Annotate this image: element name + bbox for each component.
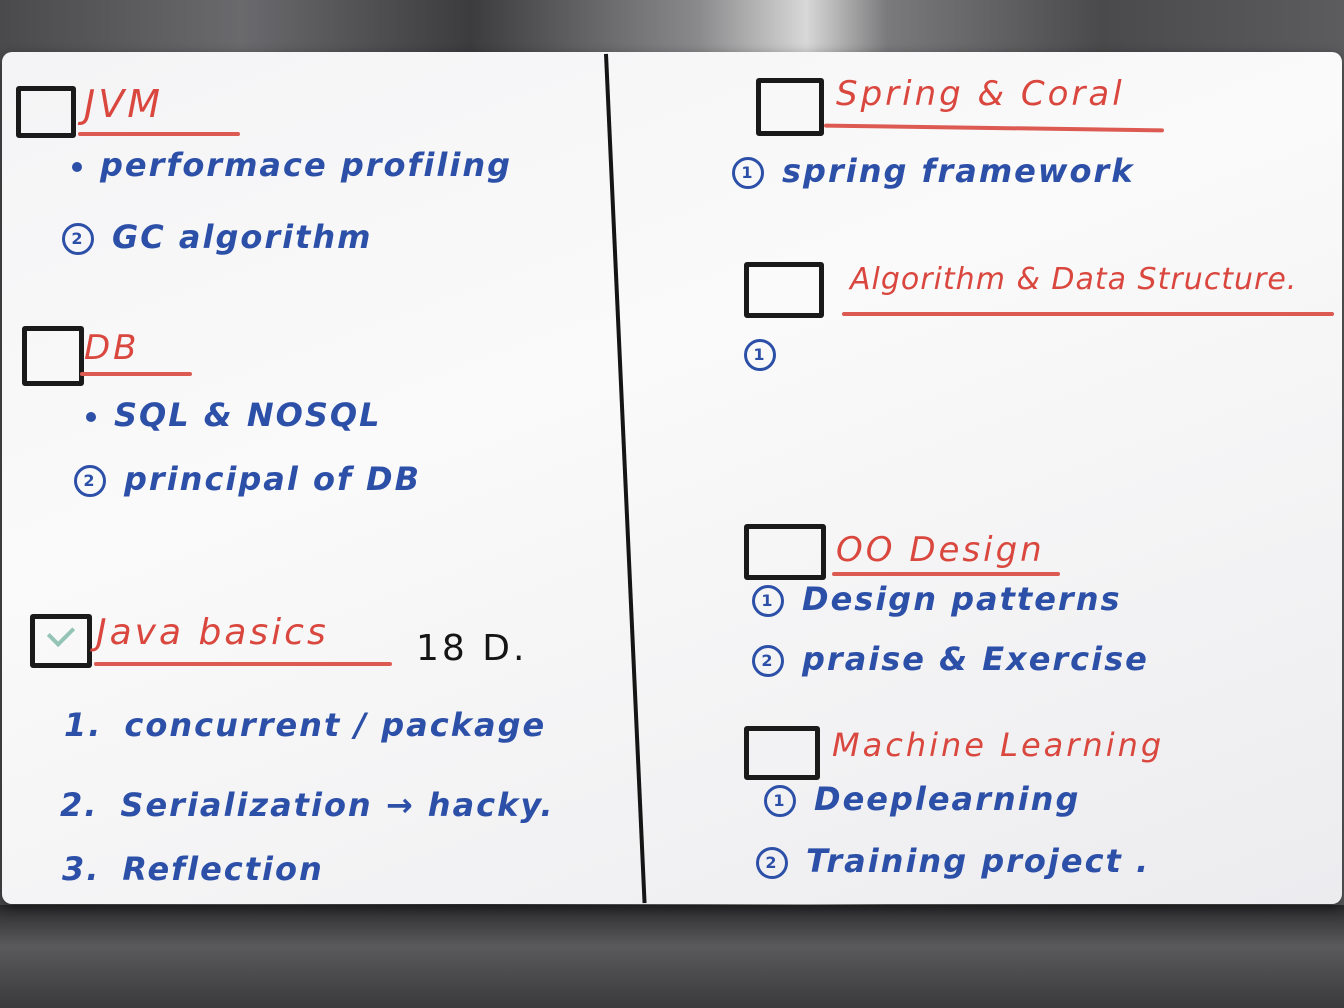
spring-checkbox[interactable] [756, 78, 824, 136]
bullet-icon [72, 162, 82, 172]
circled-number-icon: 1 [732, 157, 764, 189]
jvm-heading: JVM [84, 82, 163, 126]
oo-design-heading: OO Design [836, 530, 1045, 570]
circled-number-icon: 2 [756, 847, 788, 879]
jvm-checkbox[interactable] [16, 86, 76, 138]
algorithms-heading: Algorithm & Data Structure. [850, 262, 1298, 297]
fridge-surface [0, 905, 1344, 1008]
java-basics-item-3: 3. Reflection [62, 850, 324, 888]
jvm-item-1: performace profiling [72, 146, 512, 184]
spring-item-1: 1 spring framework [732, 152, 1134, 190]
oo-design-item-1: 1 Design patterns [752, 580, 1122, 618]
java-basics-heading: Java basics [96, 612, 329, 653]
jvm-item-2: 2 GC algorithm [62, 218, 373, 256]
java-basics-underline [94, 662, 392, 666]
circled-number-icon: 2 [62, 223, 94, 255]
circled-number-icon: 2 [752, 645, 784, 677]
circled-number-icon: 1 [764, 785, 796, 817]
db-checkbox[interactable] [22, 326, 84, 386]
oo-design-underline [832, 572, 1060, 576]
bullet-icon [86, 412, 96, 422]
db-item-1: SQL & NOSQL [86, 396, 381, 434]
algorithms-checkbox[interactable] [744, 262, 824, 318]
circled-number-icon: 1 [752, 585, 784, 617]
ml-item-1: 1 Deeplearning [764, 780, 1080, 818]
circled-number-icon: 1 [744, 339, 776, 371]
circled-number-icon: 2 [74, 465, 106, 497]
db-heading: DB [84, 328, 140, 368]
checkmark-icon [46, 618, 76, 648]
java-basics-item-1: 1. concurrent / package [64, 706, 547, 744]
algorithms-item-1: 1 [744, 334, 794, 372]
spring-heading: Spring & Coral [836, 74, 1125, 114]
db-underline [80, 372, 192, 376]
ml-checkbox[interactable] [744, 726, 820, 780]
ml-heading: Machine Learning [832, 726, 1165, 764]
java-basics-note: 18 D. [416, 628, 528, 669]
java-basics-checkbox[interactable] [30, 614, 92, 668]
jvm-underline [78, 132, 240, 136]
algorithms-underline [842, 312, 1334, 316]
java-basics-item-2: 2. Serialization → hacky. [60, 786, 555, 824]
oo-design-item-2: 2 praise & Exercise [752, 640, 1149, 678]
db-item-2: 2 principal of DB [74, 460, 421, 498]
ml-item-2: 2 Training project . [756, 842, 1150, 880]
oo-design-checkbox[interactable] [744, 524, 826, 580]
